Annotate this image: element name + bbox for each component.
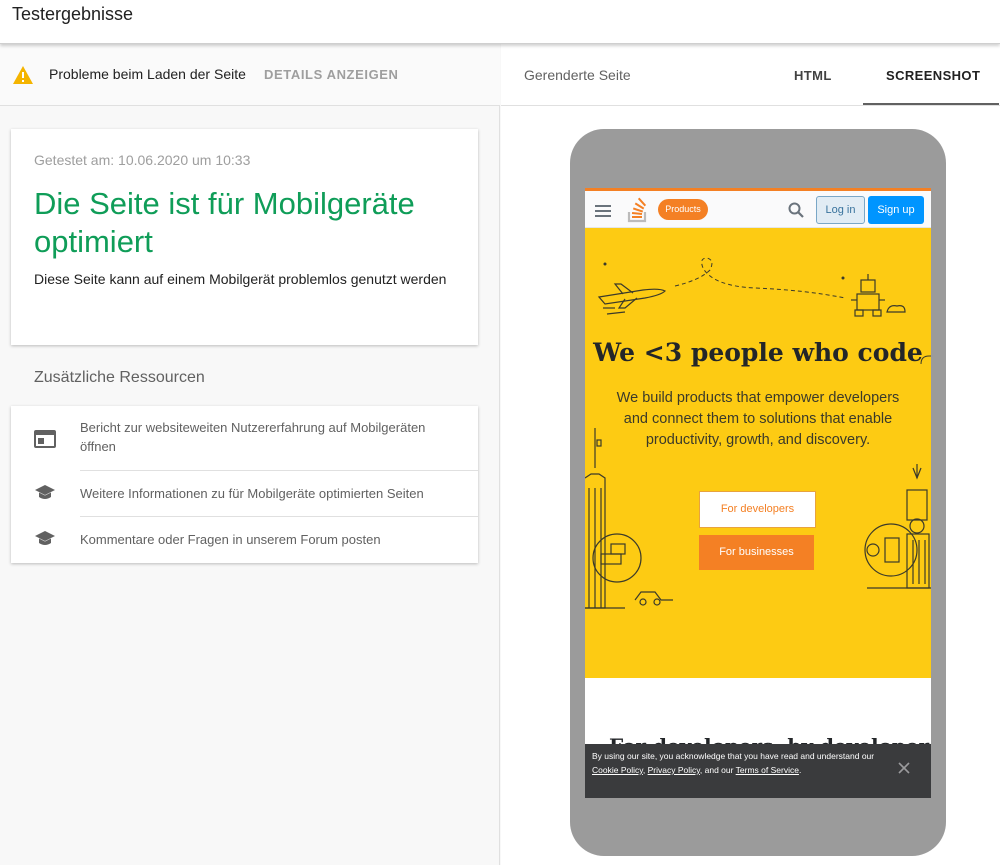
privacy-policy-link[interactable]: Privacy Policy [648, 765, 700, 775]
divider [80, 470, 478, 471]
login-button[interactable]: Log in [816, 196, 865, 224]
resource-item-info[interactable]: Weitere Informationen zu für Mobilgeräte… [11, 480, 478, 516]
details-link[interactable]: DETAILS ANZEIGEN [264, 67, 399, 82]
tab-html[interactable]: HTML [794, 68, 832, 83]
verdict-description: Diese Seite kann auf einem Mobilgerät pr… [34, 271, 447, 287]
site-navbar: Products Log in Sign up [585, 188, 931, 228]
hero-heading: We <3 people who code [593, 338, 923, 367]
status-bar: Probleme beim Laden der Seite DETAILS AN… [0, 44, 500, 106]
browser-window-icon [34, 430, 56, 448]
active-tab-indicator [863, 103, 999, 105]
resources-heading: Zusätzliche Ressourcen [34, 369, 205, 386]
resources-card: Bericht zur websiteweiten Nutzererfahrun… [11, 406, 478, 563]
robot-icon [851, 274, 906, 317]
stackoverflow-logo-icon[interactable] [627, 197, 649, 223]
hero-illustration [585, 257, 931, 609]
results-panel: Probleme beim Laden der Seite DETAILS AN… [0, 44, 500, 865]
skyscraper-left-icon [585, 428, 673, 609]
resource-item-forum[interactable]: Kommentare oder Fragen in unserem Forum … [11, 526, 478, 562]
tested-timestamp: Getestet am: 10.06.2020 um 10:33 [34, 152, 251, 168]
hero-text: We build products that empower developer… [616, 390, 900, 448]
for-businesses-button[interactable]: For businesses [699, 535, 814, 570]
preview-tabs: Gerenderte Seite HTML SCREENSHOT [501, 44, 1000, 106]
for-developers-button[interactable]: For developers [699, 491, 816, 528]
resource-item-label: Kommentare oder Fragen in unserem Forum … [80, 532, 381, 547]
resource-item-label: Bericht zur websiteweiten Nutzererfahrun… [80, 420, 426, 454]
hero-section: We <3 people who code We build products … [585, 228, 931, 678]
phone-frame: Products Log in Sign up We <3 people who… [570, 129, 946, 856]
status-message: Probleme beim Laden der Seite [49, 66, 246, 82]
warning-icon [13, 66, 33, 84]
close-icon[interactable] [898, 762, 910, 774]
verdict-heading: Die Seite ist für Mobilgeräte optimiert [34, 186, 415, 259]
cookie-policy-link[interactable]: Cookie Policy [592, 765, 643, 775]
signup-button[interactable]: Sign up [868, 196, 924, 224]
graduation-cap-icon [35, 485, 55, 499]
rendered-screenshot: Products Log in Sign up We <3 people who… [585, 188, 931, 798]
search-icon[interactable] [788, 202, 804, 218]
tab-screenshot[interactable]: SCREENSHOT [886, 68, 980, 83]
hamburger-menu-icon[interactable] [595, 205, 611, 217]
preview-panel: Gerenderte Seite HTML SCREENSHOT Product… [501, 44, 1000, 865]
page-title: Testergebnisse [12, 4, 134, 24]
preview-title: Gerenderte Seite [524, 67, 631, 83]
airplane-icon [597, 283, 667, 315]
cookie-banner: By using our site, you acknowledge that … [585, 744, 931, 798]
cookie-text: By using our site, you acknowledge that … [592, 751, 875, 775]
graduation-cap-icon [35, 531, 55, 545]
resource-item-report[interactable]: Bericht zur websiteweiten Nutzererfahrun… [11, 418, 478, 470]
resource-item-label: Weitere Informationen zu für Mobilgeräte… [80, 486, 424, 501]
terms-of-service-link[interactable]: Terms of Service [736, 765, 799, 775]
clock-tower-icon [864, 464, 931, 589]
products-button[interactable]: Products [658, 199, 708, 220]
app-header: Testergebnisse [0, 0, 1000, 44]
divider [80, 516, 478, 517]
result-card: Getestet am: 10.06.2020 um 10:33 Die Sei… [11, 129, 478, 345]
